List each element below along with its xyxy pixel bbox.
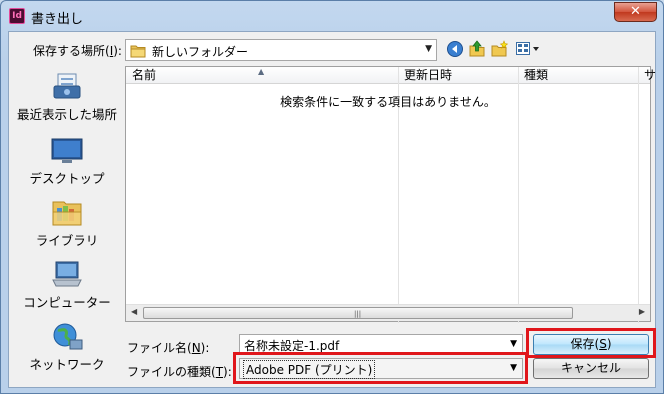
view-menu-icon[interactable] bbox=[515, 40, 541, 58]
desktop-icon bbox=[50, 136, 84, 166]
save-button[interactable]: 保存(S) bbox=[533, 334, 649, 355]
places-bar: 最近表示した場所 デスクトップ ライブラリ コンピューター ネットワーク bbox=[13, 68, 121, 380]
place-label: コンピューター bbox=[23, 295, 111, 310]
scroll-right-icon[interactable]: ▶ bbox=[639, 307, 645, 316]
file-list[interactable]: 名前 ▲ 更新日時 種類 サ 検索条件に一致する項目はありません。 ◀ ||| … bbox=[125, 66, 656, 323]
cancel-button[interactable]: キャンセル bbox=[533, 358, 649, 379]
filetype-value: Adobe PDF (プリント) bbox=[243, 360, 376, 379]
network-icon bbox=[50, 322, 84, 352]
window-title: 書き出し bbox=[31, 12, 84, 27]
recent-places-icon bbox=[50, 72, 84, 102]
filename-label: ファイル名(N): bbox=[127, 341, 210, 355]
chevron-down-icon[interactable]: ▼ bbox=[510, 339, 517, 349]
empty-message: 検索条件に一致する項目はありません。 bbox=[280, 95, 496, 109]
place-computer[interactable]: コンピューター bbox=[13, 260, 121, 311]
folder-icon bbox=[130, 45, 146, 58]
place-libraries[interactable]: ライブラリ bbox=[13, 198, 121, 249]
column-header-modified[interactable]: 更新日時 bbox=[398, 67, 518, 84]
list-header: 名前 ▲ 更新日時 種類 サ bbox=[126, 67, 656, 84]
filetype-label: ファイルの種類(T): bbox=[127, 365, 232, 379]
dialog-body: 保存する場所(I): 新しいフォルダー ▼ 最近表示した場所 デスクトップ ライ… bbox=[8, 31, 656, 388]
save-dialog: Id 書き出し ✕ 保存する場所(I): 新しいフォルダー ▼ 最近表示した場所… bbox=[0, 0, 664, 394]
column-header-size[interactable]: サ bbox=[638, 67, 656, 84]
filetype-select[interactable]: Adobe PDF (プリント) ▼ bbox=[239, 358, 523, 379]
place-label: ネットワーク bbox=[29, 357, 105, 372]
libraries-icon bbox=[50, 198, 84, 228]
scroll-left-icon[interactable]: ◀ bbox=[131, 307, 137, 316]
horizontal-scrollbar[interactable]: ◀ ||| ▶ bbox=[126, 304, 650, 321]
location-value: 新しいフォルダー bbox=[152, 45, 249, 59]
place-recent[interactable]: 最近表示した場所 bbox=[13, 72, 121, 123]
location-combo[interactable]: 新しいフォルダー ▼ bbox=[125, 39, 437, 61]
back-icon[interactable] bbox=[446, 40, 464, 58]
close-button[interactable]: ✕ bbox=[614, 2, 657, 22]
place-network[interactable]: ネットワーク bbox=[13, 322, 121, 373]
place-desktop[interactable]: デスクトップ bbox=[13, 136, 121, 187]
new-folder-icon[interactable] bbox=[491, 40, 509, 58]
computer-icon bbox=[50, 260, 84, 290]
column-header-name[interactable]: 名前 ▲ bbox=[126, 67, 398, 84]
place-label: デスクトップ bbox=[29, 171, 105, 186]
chevron-down-icon[interactable]: ▼ bbox=[425, 44, 432, 54]
grip-icon: ||| bbox=[354, 310, 362, 318]
title-bar[interactable]: Id 書き出し ✕ bbox=[1, 1, 663, 31]
place-label: ライブラリ bbox=[35, 233, 99, 248]
scrollbar-thumb[interactable]: ||| bbox=[143, 307, 573, 319]
up-folder-icon[interactable] bbox=[468, 40, 486, 58]
place-label: 最近表示した場所 bbox=[16, 107, 117, 122]
column-header-type[interactable]: 種類 bbox=[518, 67, 638, 84]
location-label: 保存する場所(I): bbox=[33, 44, 122, 58]
indesign-app-icon: Id bbox=[9, 8, 25, 24]
sort-ascending-icon: ▲ bbox=[258, 67, 265, 76]
chevron-down-icon[interactable]: ▼ bbox=[510, 363, 517, 373]
